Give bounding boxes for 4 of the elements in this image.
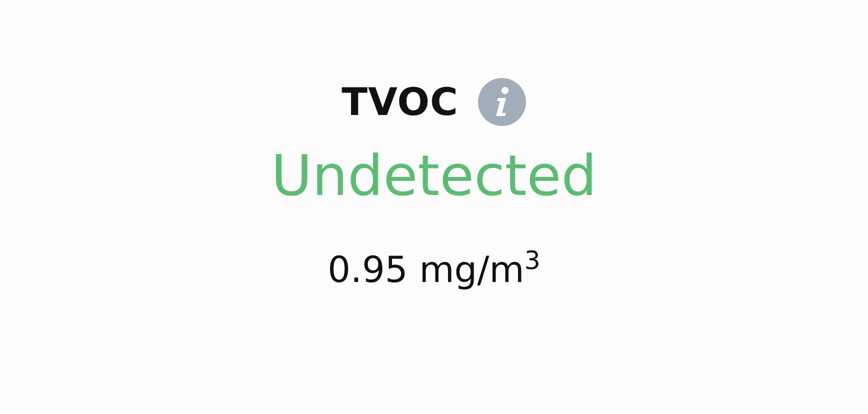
info-icon[interactable] xyxy=(478,78,526,126)
status-value: Undetected xyxy=(271,143,597,211)
metric-title: TVOC xyxy=(342,79,458,125)
concentration-reading: 0.95 mg/m$^{3}$ xyxy=(328,245,540,293)
